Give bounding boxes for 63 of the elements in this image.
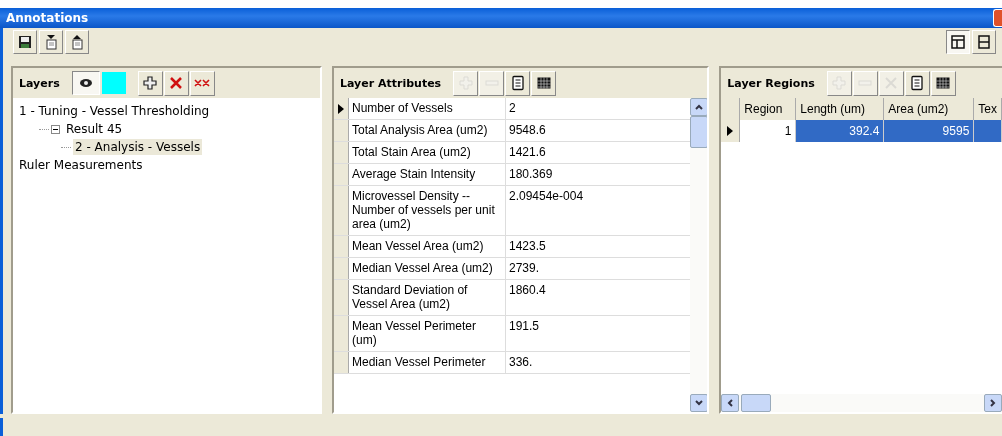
export-icon — [69, 34, 85, 50]
vertical-scrollbar[interactable] — [690, 98, 708, 412]
scroll-left-button[interactable] — [721, 394, 740, 412]
grid-icon — [935, 75, 952, 91]
row-header[interactable] — [721, 120, 741, 142]
horizontal-scrollbar[interactable] — [721, 394, 1002, 412]
table-cell-text: 2739. — [508, 260, 540, 277]
table-cell: Standard Deviation of Vessel Area (um2) — [349, 280, 506, 315]
collapse-icon[interactable] — [51, 124, 60, 134]
tree-item[interactable]: 1 - Tuning - Vessel Thresholding — [17, 103, 212, 119]
table-cell-text: 191.5 — [508, 318, 540, 335]
table-cell: Number of Vessels — [349, 98, 506, 119]
table-cell-text: 1423.5 — [508, 238, 547, 255]
chevron-down-icon — [694, 398, 705, 408]
table-cell: Mean Vessel Area (um2) — [349, 236, 506, 257]
chevron-left-icon — [725, 398, 736, 408]
table-cell-text: 336. — [508, 354, 534, 371]
row-header[interactable] — [334, 98, 349, 119]
row-pointer-icon — [727, 126, 734, 136]
plus-icon — [142, 75, 159, 91]
table-cell: Mean Vessel Perimeter (um) — [349, 316, 506, 351]
grid-icon — [535, 75, 552, 91]
tree-item[interactable]: Ruler Measurements — [17, 157, 145, 173]
scroll-right-button[interactable] — [984, 394, 1002, 412]
table-cell: Median Vessel Perimeter — [349, 352, 506, 373]
table-cell: Average Stain Intensity — [349, 164, 506, 185]
close-icon — [168, 75, 185, 91]
column-header[interactable]: Region — [740, 98, 797, 120]
toolbar-button[interactable] — [946, 30, 970, 54]
tree-item[interactable]: Result 45 — [64, 121, 125, 137]
row-pointer-icon — [338, 104, 344, 114]
table-cell-text: 1421.6 — [508, 144, 547, 161]
table-cell-text: 9548.6 — [508, 122, 547, 139]
table-cell: Median Vessel Area (um2) — [349, 258, 506, 279]
save-icon — [17, 34, 33, 50]
notes-icon — [909, 75, 926, 91]
window-title: Annotations — [6, 11, 89, 25]
table-cell: Microvessel Density -- Number of vessels per unit area (um2) — [349, 186, 506, 235]
panel-title: Layers — [19, 76, 60, 90]
scroll-thumb[interactable] — [741, 394, 772, 412]
panel-title: Layer Attributes — [340, 76, 442, 90]
scroll-down-button[interactable] — [690, 394, 708, 412]
split-layout-icon — [976, 34, 992, 50]
color-swatch[interactable] — [101, 72, 126, 94]
table-cell: 392.4 — [796, 120, 885, 142]
notes-icon — [509, 75, 526, 91]
scroll-thumb[interactable] — [690, 116, 708, 148]
panel-title: Layer Regions — [727, 76, 815, 90]
table-cell: 9595 — [884, 120, 975, 142]
chevron-right-icon — [988, 398, 998, 408]
close-button[interactable] — [993, 9, 1002, 27]
table-cell: Total Analysis Area (um2) — [349, 120, 506, 141]
import-icon — [43, 34, 59, 50]
table-cell-text: 2.09454e-004 — [508, 188, 585, 205]
table-cell-text: 1860.4 — [508, 282, 547, 299]
table-cell-text: 2 — [508, 100, 517, 117]
table-cell-text: 180.369 — [508, 166, 554, 183]
visibility-toggle[interactable] — [71, 71, 100, 95]
split-layout-icon — [950, 34, 966, 50]
tree-item[interactable]: 2 - Analysis - Vessels — [73, 139, 203, 155]
table-cell: Total Stain Area (um2) — [349, 142, 506, 163]
chevron-up-icon — [694, 102, 705, 112]
scroll-up-button[interactable] — [690, 98, 708, 116]
